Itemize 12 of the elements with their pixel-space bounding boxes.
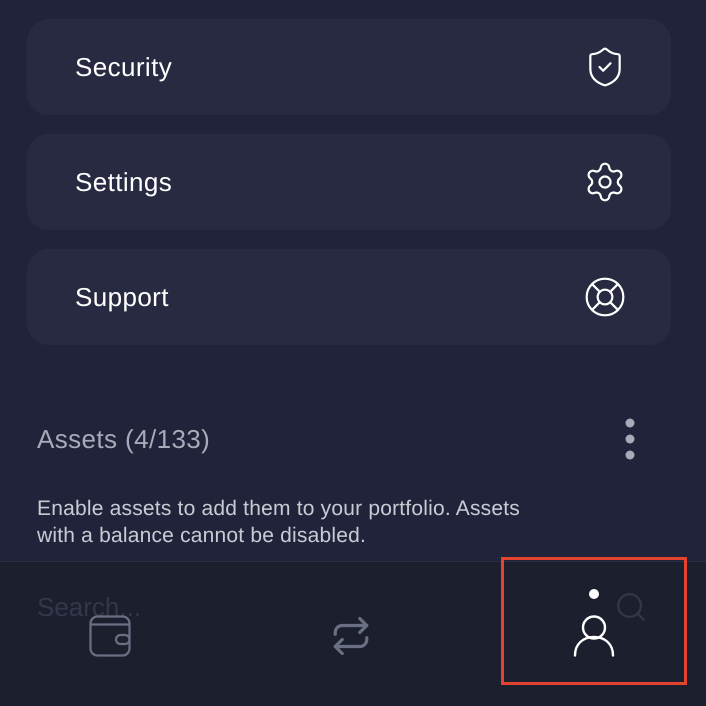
dot-icon xyxy=(588,589,598,599)
user-icon xyxy=(572,615,614,657)
description-text: Enable assets to add them to your portfolio. Assets with a balance cannot be disabled. xyxy=(37,496,521,549)
more-options-button[interactable] xyxy=(625,418,635,460)
kebab-icon xyxy=(625,418,635,460)
lifebuoy-icon xyxy=(583,275,627,319)
menu-item[interactable]: Support xyxy=(27,249,671,345)
wallet-icon xyxy=(89,615,131,657)
menu-item[interactable]: Settings xyxy=(27,134,671,230)
search-icon xyxy=(614,590,648,624)
section-title: Assets (4/133) xyxy=(37,424,210,454)
menu-item[interactable]: Security xyxy=(27,19,671,115)
